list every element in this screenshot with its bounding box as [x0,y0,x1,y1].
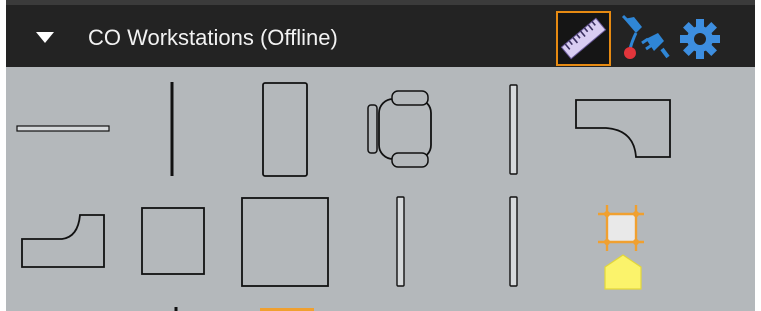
panel-header: CO Workstations (Offline) [6,0,755,67]
partial-vertical-line-item[interactable] [173,303,179,311]
vertical-line-item[interactable] [169,81,175,177]
partial-orange-item[interactable] [258,307,316,311]
workstations-panel: CO Workstations (Offline) [6,0,755,311]
large-square-item[interactable] [240,196,330,288]
home-marker-item[interactable] [602,253,644,291]
narrow-vertical-panel-item[interactable] [395,195,407,289]
small-square-item[interactable] [140,206,206,276]
selected-square-marker-item[interactable] [594,203,648,253]
shape-palette [6,67,755,311]
l-desk-right-item[interactable] [574,98,672,160]
collapse-triangle-icon[interactable] [34,29,56,47]
panel-title: CO Workstations (Offline) [88,25,338,50]
office-chair-item[interactable] [366,87,442,171]
l-desk-left-item[interactable] [20,213,106,269]
horizontal-line-item[interactable] [16,123,110,135]
plug-connect-icon [618,13,670,65]
tall-rectangle-item[interactable] [261,81,309,179]
settings-tool-button[interactable] [674,13,726,65]
narrow-vertical-panel-item[interactable] [508,195,520,289]
gear-icon [674,13,726,65]
window-frame: CO Workstations (Offline) [0,0,761,311]
ruler-icon [558,13,609,64]
connect-tool-button[interactable] [618,13,670,65]
narrow-vertical-panel-item[interactable] [508,83,520,177]
measure-tool-button[interactable] [556,11,611,66]
